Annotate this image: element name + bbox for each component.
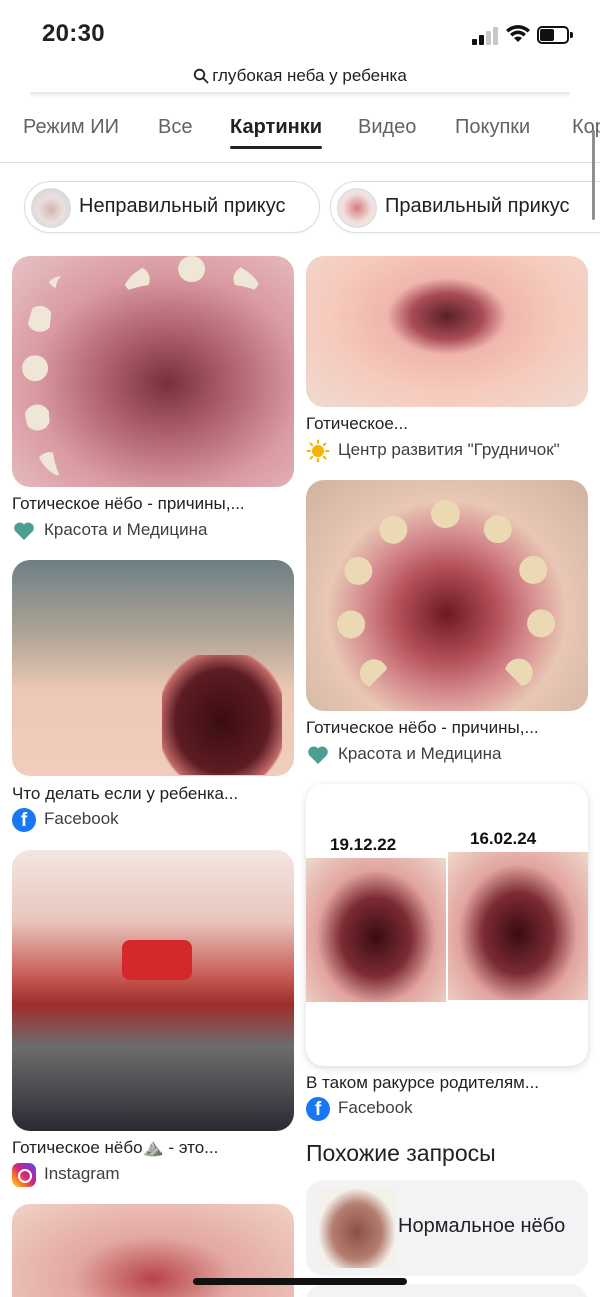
search-tabs: Режим ИИ Все Картинки Видео Покупки Кор: [0, 96, 600, 163]
related-thumbnail: [318, 1188, 396, 1268]
tab-more[interactable]: Кор: [572, 116, 600, 139]
cellular-signal-icon: [472, 27, 500, 45]
result-source[interactable]: Красота и Медицина: [306, 743, 588, 767]
tab-images[interactable]: Картинки: [230, 116, 323, 149]
related-searches-title: Похожие запросы: [306, 1140, 496, 1166]
status-bar: 20:30: [0, 0, 600, 60]
chip-thumbnail: [31, 188, 71, 228]
result-source[interactable]: Красота и Медицина: [12, 519, 294, 543]
result-source[interactable]: f Facebook: [12, 808, 294, 832]
photo-date-after: 16.02.24: [470, 829, 537, 848]
chip-label: Правильный прикус: [385, 195, 570, 217]
home-indicator[interactable]: [193, 1278, 407, 1285]
result-source-label: Facebook: [44, 809, 119, 828]
chip-thumbnail: [337, 188, 377, 228]
status-time: 20:30: [42, 20, 105, 47]
result-image[interactable]: 19.12.22 16.02.24: [306, 784, 588, 1066]
chip-label: Неправильный прикус: [79, 195, 286, 217]
result-source-label: Красота и Медицина: [338, 744, 502, 763]
sun-icon: [306, 439, 330, 463]
heart-icon: [14, 522, 34, 540]
heart-icon: [308, 746, 328, 764]
result-image[interactable]: [12, 850, 294, 1131]
chip-right-bite[interactable]: Правильный прикус: [330, 181, 600, 233]
scrollbar[interactable]: [592, 130, 595, 220]
palate-appliance-shape: [122, 940, 192, 980]
mouth-shape: [162, 655, 282, 775]
result-image[interactable]: [12, 560, 294, 776]
result-source[interactable]: Центр развития "Грудничок": [306, 439, 588, 463]
battery-icon: [537, 26, 573, 44]
result-caption[interactable]: Готическое нёбо⛰️ - это...: [12, 1138, 218, 1158]
address-bar[interactable]: глубокая неба у ребенка: [0, 60, 600, 92]
result-caption[interactable]: Готическое нёбо - причины,...: [306, 718, 539, 738]
result-image[interactable]: [306, 480, 588, 711]
result-caption[interactable]: Готическое...: [306, 414, 408, 434]
related-search-label: Нормальное нёбо: [398, 1215, 566, 1237]
result-caption[interactable]: Что делать если у ребенка...: [12, 784, 238, 804]
address-bar-query: глубокая неба у ребенка: [212, 66, 407, 85]
teeth-shape: [22, 276, 102, 476]
search-icon: [193, 68, 209, 84]
result-caption[interactable]: В таком ракурсе родителям...: [306, 1073, 539, 1093]
dental-arch-shape: [336, 500, 556, 711]
result-source[interactable]: f Facebook: [306, 1097, 588, 1121]
photo-date-before: 19.12.22: [330, 835, 397, 854]
instagram-icon: [12, 1163, 36, 1187]
tab-shopping[interactable]: Покупки: [455, 116, 530, 139]
teeth-shape: [122, 256, 262, 336]
tab-video[interactable]: Видео: [358, 116, 416, 139]
result-caption[interactable]: Готическое нёбо - причины,...: [12, 494, 245, 514]
related-search-item[interactable]: Нормальное нёбо: [306, 1180, 588, 1276]
after-photo: [448, 852, 588, 1000]
result-source-label: Красота и Медицина: [44, 520, 208, 539]
result-image[interactable]: [306, 256, 588, 407]
tab-all[interactable]: Все: [158, 116, 192, 139]
tab-ai-mode[interactable]: Режим ИИ: [23, 116, 119, 139]
facebook-icon: f: [12, 808, 36, 832]
chip-wrong-bite[interactable]: Неправильный прикус: [24, 181, 320, 233]
result-source-label: Facebook: [338, 1098, 413, 1117]
result-source-label: Instagram: [44, 1164, 120, 1183]
wifi-icon: [506, 25, 530, 42]
related-search-item-partial[interactable]: [306, 1284, 588, 1297]
result-image[interactable]: [12, 256, 294, 487]
before-photo: [306, 858, 446, 1002]
result-source[interactable]: Instagram: [12, 1163, 294, 1187]
facebook-icon: f: [306, 1097, 330, 1121]
result-source-label: Центр развития "Грудничок": [338, 440, 560, 459]
